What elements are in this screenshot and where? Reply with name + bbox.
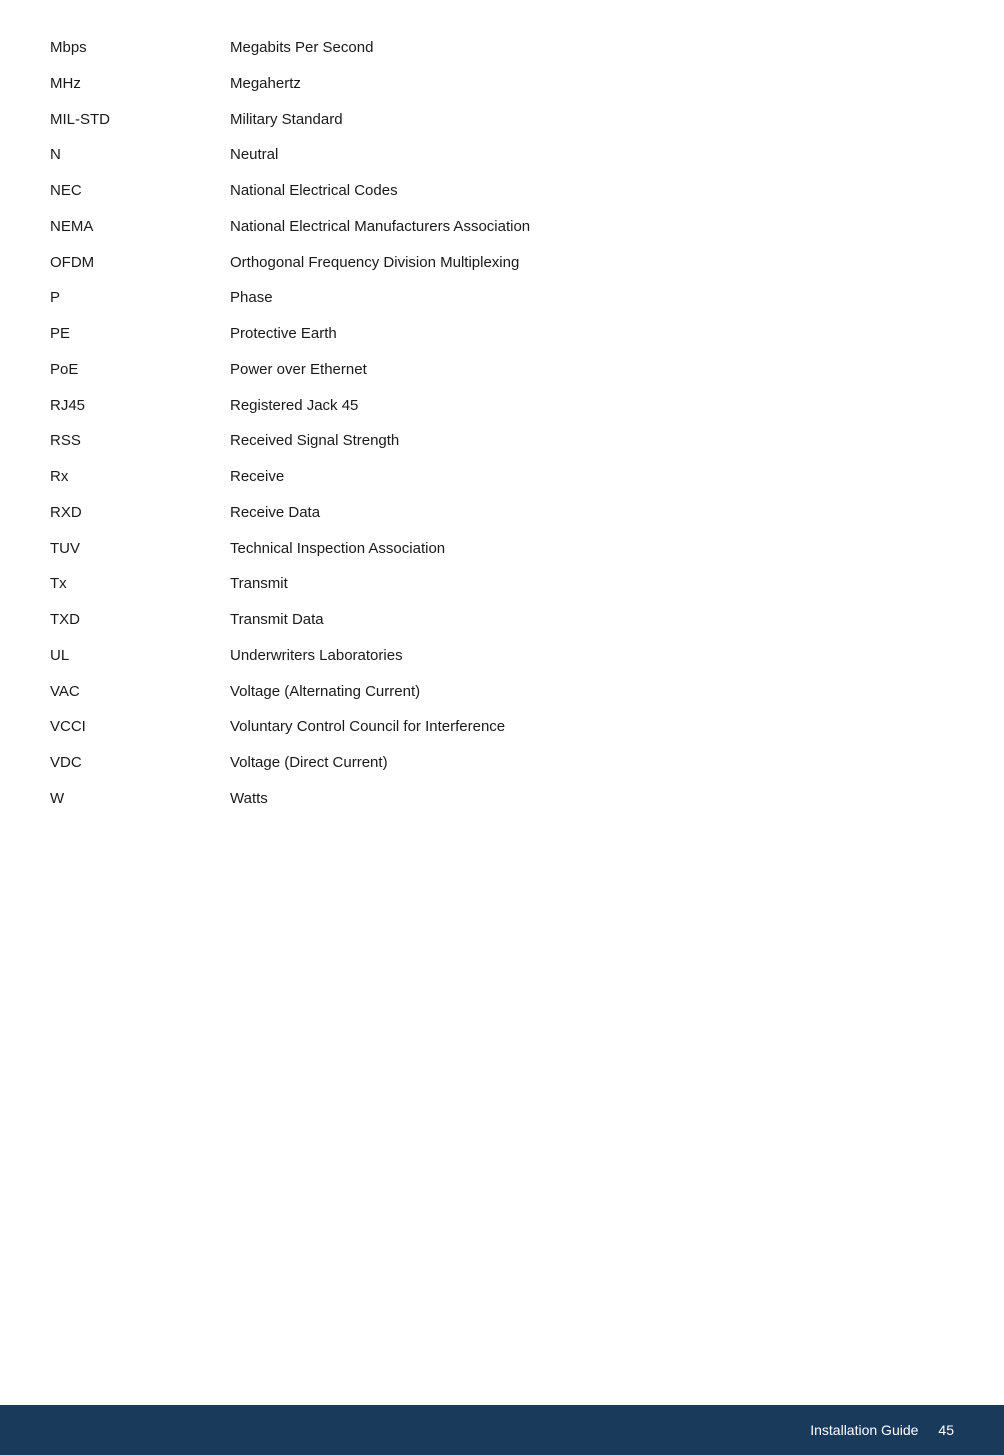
glossary-row: MIL-STDMilitary Standard — [50, 102, 954, 138]
glossary-definition: National Electrical Codes — [230, 173, 954, 209]
glossary-abbr: VDC — [50, 745, 230, 781]
glossary-abbr: PoE — [50, 352, 230, 388]
glossary-row: ULUnderwriters Laboratories — [50, 638, 954, 674]
glossary-row: OFDMOrthogonal Frequency Division Multip… — [50, 245, 954, 281]
glossary-row: NNeutral — [50, 137, 954, 173]
glossary-definition: Phase — [230, 280, 954, 316]
glossary-definition: Megahertz — [230, 66, 954, 102]
glossary-abbr: UL — [50, 638, 230, 674]
glossary-row: MHzMegahertz — [50, 66, 954, 102]
glossary-row: RSSReceived Signal Strength — [50, 423, 954, 459]
glossary-definition: Voltage (Alternating Current) — [230, 674, 954, 710]
glossary-abbr: VAC — [50, 674, 230, 710]
glossary-abbr: OFDM — [50, 245, 230, 281]
glossary-abbr: NEC — [50, 173, 230, 209]
glossary-row: VACVoltage (Alternating Current) — [50, 674, 954, 710]
glossary-row: RXDReceive Data — [50, 495, 954, 531]
glossary-row: TXDTransmit Data — [50, 602, 954, 638]
glossary-abbr: Mbps — [50, 30, 230, 66]
glossary-abbr: RXD — [50, 495, 230, 531]
glossary-definition: National Electrical Manufacturers Associ… — [230, 209, 954, 245]
page-content: MbpsMegabits Per SecondMHzMegahertzMIL-S… — [0, 0, 1004, 937]
glossary-abbr: RJ45 — [50, 388, 230, 424]
glossary-definition: Voltage (Direct Current) — [230, 745, 954, 781]
glossary-table: MbpsMegabits Per SecondMHzMegahertzMIL-S… — [50, 30, 954, 817]
glossary-definition: Military Standard — [230, 102, 954, 138]
glossary-abbr: Rx — [50, 459, 230, 495]
glossary-definition: Megabits Per Second — [230, 30, 954, 66]
glossary-definition: Power over Ethernet — [230, 352, 954, 388]
glossary-row: TUVTechnical Inspection Association — [50, 531, 954, 567]
glossary-abbr: VCCI — [50, 709, 230, 745]
glossary-abbr: P — [50, 280, 230, 316]
glossary-definition: Technical Inspection Association — [230, 531, 954, 567]
glossary-definition: Protective Earth — [230, 316, 954, 352]
glossary-row: NECNational Electrical Codes — [50, 173, 954, 209]
glossary-abbr: NEMA — [50, 209, 230, 245]
glossary-definition: Transmit — [230, 566, 954, 602]
glossary-row: RJ45Registered Jack 45 — [50, 388, 954, 424]
glossary-row: VDCVoltage (Direct Current) — [50, 745, 954, 781]
glossary-abbr: MIL-STD — [50, 102, 230, 138]
glossary-abbr: TUV — [50, 531, 230, 567]
glossary-abbr: PE — [50, 316, 230, 352]
glossary-row: PPhase — [50, 280, 954, 316]
glossary-row: RxReceive — [50, 459, 954, 495]
glossary-abbr: Tx — [50, 566, 230, 602]
footer-page: 45 — [938, 1422, 954, 1438]
glossary-definition: Transmit Data — [230, 602, 954, 638]
glossary-abbr: MHz — [50, 66, 230, 102]
glossary-row: WWatts — [50, 781, 954, 817]
glossary-row: TxTransmit — [50, 566, 954, 602]
glossary-definition: Receive — [230, 459, 954, 495]
glossary-abbr: N — [50, 137, 230, 173]
glossary-abbr: RSS — [50, 423, 230, 459]
glossary-abbr: W — [50, 781, 230, 817]
glossary-definition: Voluntary Control Council for Interferen… — [230, 709, 954, 745]
glossary-definition: Received Signal Strength — [230, 423, 954, 459]
glossary-definition: Neutral — [230, 137, 954, 173]
glossary-row: PEProtective Earth — [50, 316, 954, 352]
glossary-abbr: TXD — [50, 602, 230, 638]
glossary-row: VCCIVoluntary Control Council for Interf… — [50, 709, 954, 745]
glossary-definition: Underwriters Laboratories — [230, 638, 954, 674]
glossary-definition: Registered Jack 45 — [230, 388, 954, 424]
glossary-row: NEMANational Electrical Manufacturers As… — [50, 209, 954, 245]
glossary-definition: Receive Data — [230, 495, 954, 531]
footer: Installation Guide 45 — [0, 1405, 1004, 1455]
glossary-definition: Watts — [230, 781, 954, 817]
glossary-definition: Orthogonal Frequency Division Multiplexi… — [230, 245, 954, 281]
footer-label: Installation Guide — [810, 1422, 918, 1438]
glossary-row: PoEPower over Ethernet — [50, 352, 954, 388]
glossary-row: MbpsMegabits Per Second — [50, 30, 954, 66]
